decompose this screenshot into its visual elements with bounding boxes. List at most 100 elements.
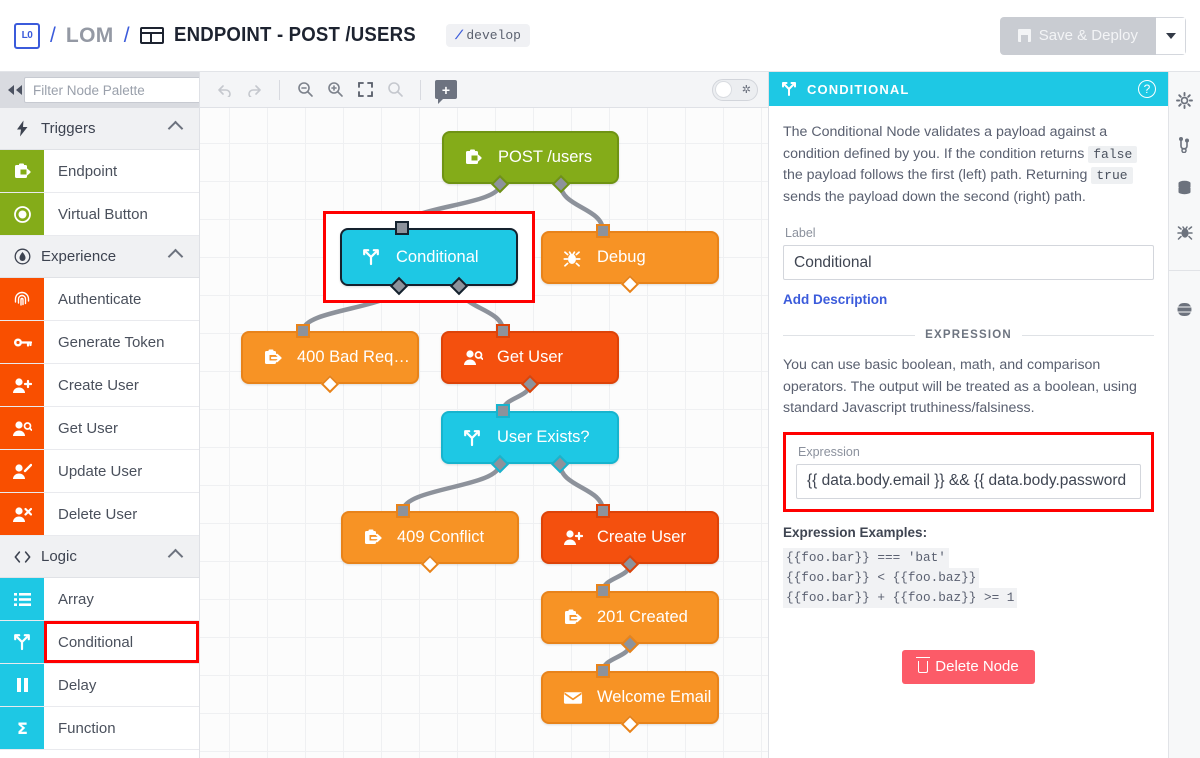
debug-toggle[interactable]: ✲ [712,78,758,101]
database-icon[interactable] [1175,178,1195,198]
endpoint-icon [464,148,484,167]
toolbar-divider-1 [279,79,280,100]
node-input-port[interactable] [496,404,510,418]
save-deploy-dropdown-button[interactable] [1156,16,1186,55]
palette-group-logic[interactable]: Logic [0,536,199,578]
right-icon-rail [1168,72,1200,758]
user-minus-icon [0,493,44,535]
canvas-toolbar: + ✲ [200,72,768,108]
expression-section-divider: EXPRESSION [783,329,1154,341]
palette-item-function[interactable]: Σ Function [0,707,199,750]
palette-item-label: Conditional [44,621,199,663]
palette-item-conditional[interactable]: Conditional [0,621,199,664]
node-input-port[interactable] [496,324,510,338]
collapse-sidebar-button[interactable] [6,72,24,108]
node-input-port[interactable] [296,324,310,338]
desc-part-2: the payload follows the first (left) pat… [783,167,1092,183]
label-field-input[interactable] [783,245,1154,280]
palette-item-update-user[interactable]: Update User [0,450,199,493]
toolbar-divider-2 [420,79,421,100]
delete-node-button[interactable]: Delete Node [902,649,1035,684]
zoom-out-button[interactable] [291,77,319,103]
node-input-port[interactable] [396,504,410,518]
node-input-port[interactable] [395,221,409,235]
chevron-up-icon[interactable] [167,120,184,137]
flow-node-label: 409 Conflict [397,528,485,546]
flow-node-post-users[interactable]: POST /users [442,131,619,184]
git-branch-icon[interactable] [1175,134,1195,154]
inspector-title: CONDITIONAL [807,81,910,97]
palette-item-generate-token[interactable]: Generate Token [0,321,199,364]
rail-divider [1169,270,1200,271]
palette-item-delay[interactable]: Delay [0,664,199,707]
palette-item-authenticate[interactable]: Authenticate [0,278,199,321]
palette-item-label: Create User [58,376,139,394]
palette-item-get-user[interactable]: Get User [0,407,199,450]
endpoint-icon [0,150,44,192]
bug-icon: ✲ [741,84,751,96]
bug-icon [563,249,583,267]
chevron-down-icon [1165,32,1176,39]
fit-to-screen-button[interactable] [351,77,379,103]
examples-title: Expression Examples: [783,524,928,540]
fingerprint-icon [0,278,44,320]
reply-icon [263,348,283,367]
circle-dot-icon [0,193,44,235]
palette-item-array[interactable]: Array [0,578,199,621]
palette-item-label: Delete User [58,505,138,523]
breadcrumb-separator-1: / [50,23,56,47]
expression-field-input[interactable] [796,463,1141,499]
user-plus-icon [0,364,44,406]
filter-node-palette-input[interactable] [24,77,199,103]
user-search-icon [463,349,483,366]
flow-node-user-exists[interactable]: User Exists? [441,411,619,464]
add-description-link[interactable]: Add Description [783,292,887,307]
zoom-reset-button[interactable] [381,77,409,103]
palette-item-label: Function [58,719,116,737]
palette-item-virtual-button[interactable]: Virtual Button [0,193,199,236]
user-plus-icon [563,529,583,546]
chevron-up-icon[interactable] [167,548,184,565]
palette-item-delete-user[interactable]: Delete User [0,493,199,536]
flow-canvas[interactable]: POST /users Conditional Debug 400 Bad Req… G… [200,108,768,758]
redo-button[interactable] [240,77,268,103]
palette-group-experience[interactable]: Experience [0,236,199,278]
branch-badge[interactable]: / develop [445,24,530,47]
node-input-port[interactable] [596,504,610,518]
delete-node-wrapper: Delete Node [783,649,1154,684]
node-input-port[interactable] [596,224,610,238]
palette-group-list: Triggers Endpoint Virtual Button Experience… [0,108,199,750]
inspector-body: The Conditional Node validates a payload… [769,106,1168,758]
app-logo[interactable]: L0 [14,22,40,49]
add-note-icon: + [435,80,457,104]
breadcrumb-org[interactable]: LOM [66,24,114,48]
globe-icon[interactable] [1175,299,1195,319]
palette-item-label: Generate Token [58,333,165,351]
palette-item-endpoint[interactable]: Endpoint [0,150,199,193]
flow-node-conditional[interactable]: Conditional [340,228,518,286]
examples-list: {{foo.bar}} === 'bat' {{foo.bar}} < {{foo… [783,547,1154,608]
save-deploy-button[interactable]: Save & Deploy [999,16,1156,55]
palette-group-triggers[interactable]: Triggers [0,108,199,150]
undo-button[interactable] [210,77,238,103]
palette-item-label: Update User [58,462,143,480]
bug-icon[interactable] [1175,222,1195,242]
branch-icon [0,621,44,663]
help-icon[interactable]: ? [1138,80,1156,98]
palette-item-label: Virtual Button [58,205,148,223]
settings-gear-icon[interactable] [1175,90,1195,110]
palette-item-create-user[interactable]: Create User [0,364,199,407]
lightning-icon [14,120,31,137]
node-input-port[interactable] [596,584,610,598]
example-line: {{foo.bar}} < {{foo.baz}} [783,567,980,588]
add-note-button[interactable]: + [432,77,460,104]
canvas-area: + ✲ POST /users Conditional Debug 400 Bad R… [200,72,768,758]
palette-group-label: Experience [41,248,117,265]
app-root: L0 / LOM / ENDPOINT - POST /USERS / deve… [0,0,1200,758]
node-palette: Triggers Endpoint Virtual Button Experience… [0,72,200,758]
node-inspector-panel: CONDITIONAL ? The Conditional Node valid… [768,72,1168,758]
chevron-up-icon[interactable] [167,248,184,265]
flow-edge [400,463,502,512]
node-input-port[interactable] [596,664,610,678]
zoom-in-button[interactable] [321,77,349,103]
